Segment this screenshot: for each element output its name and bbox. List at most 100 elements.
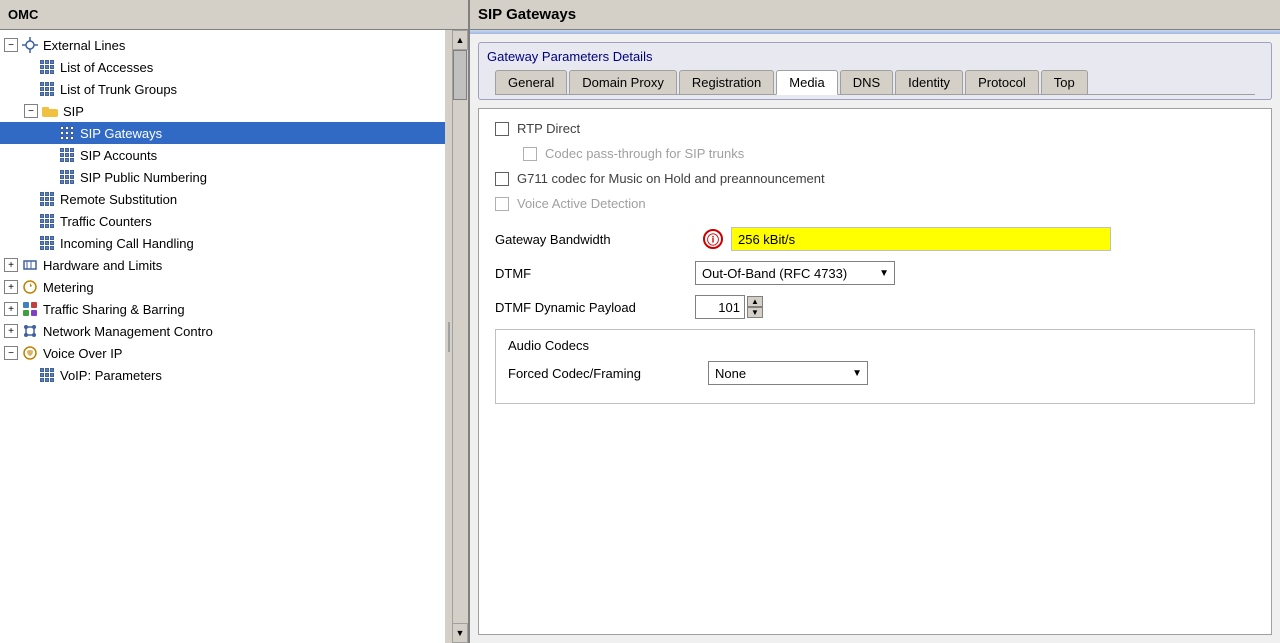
sidebar-item-metering[interactable]: + Metering (0, 276, 468, 298)
sidebar-item-sip[interactable]: − SIP (0, 100, 468, 122)
right-panel-title: SIP Gateways (470, 0, 1280, 29)
tab-dns[interactable]: DNS (840, 70, 893, 94)
expand-external-lines[interactable]: − (4, 38, 18, 52)
audio-codecs-title: Audio Codecs (508, 338, 1242, 353)
sidebar-item-incoming-call-handling[interactable]: Incoming Call Handling (0, 232, 468, 254)
g711-codec-row: G711 codec for Music on Hold and preanno… (495, 171, 1255, 186)
tab-media[interactable]: Media (776, 70, 837, 95)
sip-public-numbering-icon (58, 168, 76, 186)
expand-voip[interactable]: − (4, 346, 18, 360)
gateway-params-box: Gateway Parameters Details General Domai… (478, 42, 1272, 100)
dtmf-payload-row: DTMF Dynamic Payload ▲ ▼ (495, 295, 1255, 319)
incoming-call-label: Incoming Call Handling (60, 236, 194, 251)
hardware-label: Hardware and Limits (43, 258, 162, 273)
dtmf-row: DTMF Out-Of-Band (RFC 4733) In-Band RFC … (495, 261, 1255, 285)
scroll-up-btn[interactable]: ▲ (452, 30, 468, 50)
sidebar-item-remote-substitution[interactable]: Remote Substitution (0, 188, 468, 210)
nav-tree: − External Lines List of Accesses (0, 30, 468, 390)
spinner-down-btn[interactable]: ▼ (747, 307, 763, 318)
voip-label: Voice Over IP (43, 346, 122, 361)
metering-icon (21, 278, 39, 296)
rtp-direct-label: RTP Direct (517, 121, 580, 136)
sidebar-item-sip-accounts[interactable]: SIP Accounts (0, 144, 468, 166)
dtmf-select[interactable]: Out-Of-Band (RFC 4733) In-Band RFC 2833 (695, 261, 895, 285)
left-panel-title: OMC (0, 0, 470, 29)
sidebar-item-traffic-counters[interactable]: Traffic Counters (0, 210, 468, 232)
gateway-bandwidth-input[interactable] (731, 227, 1111, 251)
sip-gateways-label: SIP Gateways (80, 126, 162, 141)
gateway-bandwidth-row: Gateway Bandwidth ⓘ (495, 227, 1255, 251)
right-panel: Gateway Parameters Details General Domai… (470, 30, 1280, 643)
dtmf-payload-input[interactable] (695, 295, 745, 319)
g711-label: G711 codec for Music on Hold and preanno… (517, 171, 825, 186)
tab-identity[interactable]: Identity (895, 70, 963, 94)
tree-panel: − External Lines List of Accesses (0, 30, 470, 643)
scroll-down-btn[interactable]: ▼ (452, 623, 468, 643)
sidebar-item-sip-gateways[interactable]: SIP Gateways (0, 122, 468, 144)
voip-icon (21, 344, 39, 362)
spinner-up-btn[interactable]: ▲ (747, 296, 763, 307)
list-accesses-icon (38, 58, 56, 76)
tab-registration[interactable]: Registration (679, 70, 774, 94)
incoming-call-icon (38, 234, 56, 252)
tab-domain-proxy[interactable]: Domain Proxy (569, 70, 677, 94)
sidebar-item-list-trunk-groups[interactable]: List of Trunk Groups (0, 78, 468, 100)
sidebar-item-external-lines[interactable]: − External Lines (0, 34, 468, 56)
bandwidth-warning-icon: ⓘ (703, 229, 723, 249)
sip-accounts-icon (58, 146, 76, 164)
expand-traffic-sharing[interactable]: + (4, 302, 18, 316)
sip-accounts-label: SIP Accounts (80, 148, 157, 163)
codec-passthrough-label: Codec pass-through for SIP trunks (545, 146, 744, 161)
expand-network-mgmt[interactable]: + (4, 324, 18, 338)
media-tab-content: RTP Direct Codec pass-through for SIP tr… (478, 108, 1272, 635)
audio-codecs-section: Audio Codecs Forced Codec/Framing None G… (495, 329, 1255, 404)
vad-row: Voice Active Detection (495, 196, 1255, 211)
dtmf-payload-label: DTMF Dynamic Payload (495, 300, 695, 315)
forced-codec-label: Forced Codec/Framing (508, 366, 708, 381)
expand-metering[interactable]: + (4, 280, 18, 294)
list-accesses-label: List of Accesses (60, 60, 153, 75)
expand-hardware[interactable]: + (4, 258, 18, 272)
dtmf-payload-field: ▲ ▼ (695, 295, 763, 319)
sidebar-item-sip-public-numbering[interactable]: SIP Public Numbering (0, 166, 468, 188)
sidebar-item-voip-parameters[interactable]: VoIP: Parameters (0, 364, 468, 386)
forced-codec-select[interactable]: None G711A G711U G729 (708, 361, 868, 385)
traffic-sharing-label: Traffic Sharing & Barring (43, 302, 185, 317)
network-mgmt-icon (21, 322, 39, 340)
spinner-buttons: ▲ ▼ (747, 296, 763, 318)
forced-codec-field: None G711A G711U G729 ▼ (708, 361, 868, 385)
tab-protocol[interactable]: Protocol (965, 70, 1039, 94)
codec-passthrough-checkbox[interactable] (523, 147, 537, 161)
voip-params-label: VoIP: Parameters (60, 368, 162, 383)
tab-top[interactable]: Top (1041, 70, 1088, 94)
panel-resize-handle[interactable] (445, 30, 453, 643)
vad-checkbox[interactable] (495, 197, 509, 211)
sidebar-item-list-of-accesses[interactable]: List of Accesses (0, 56, 468, 78)
traffic-sharing-icon (21, 300, 39, 318)
gateway-params-title: Gateway Parameters Details (487, 49, 1263, 64)
metering-label: Metering (43, 280, 94, 295)
sidebar-item-voice-over-ip[interactable]: − Voice Over IP (0, 342, 468, 364)
sidebar-item-network-mgmt[interactable]: + Network Management Contro (0, 320, 468, 342)
dtmf-payload-spinner: ▲ ▼ (695, 295, 763, 319)
rtp-direct-row: RTP Direct (495, 121, 1255, 136)
expand-sip[interactable]: − (24, 104, 38, 118)
sidebar-item-hardware[interactable]: + Hardware and Limits (0, 254, 468, 276)
sip-gateways-icon (58, 124, 76, 142)
voip-params-icon (38, 366, 56, 384)
hardware-icon (21, 256, 39, 274)
rtp-direct-checkbox[interactable] (495, 122, 509, 136)
g711-checkbox[interactable] (495, 172, 509, 186)
vad-label: Voice Active Detection (517, 196, 646, 211)
codec-passthrough-row: Codec pass-through for SIP trunks (523, 146, 1255, 161)
dtmf-label: DTMF (495, 266, 695, 281)
scroll-thumb[interactable] (453, 50, 467, 100)
sidebar-item-traffic-sharing[interactable]: + Traffic Sharing & Barring (0, 298, 468, 320)
tab-general[interactable]: General (495, 70, 567, 94)
network-mgmt-label: Network Management Contro (43, 324, 213, 339)
list-trunk-icon (38, 80, 56, 98)
list-trunk-label: List of Trunk Groups (60, 82, 177, 97)
forced-codec-row: Forced Codec/Framing None G711A G711U G7… (508, 361, 1242, 385)
traffic-counters-label: Traffic Counters (60, 214, 152, 229)
sip-folder-icon (41, 102, 59, 120)
